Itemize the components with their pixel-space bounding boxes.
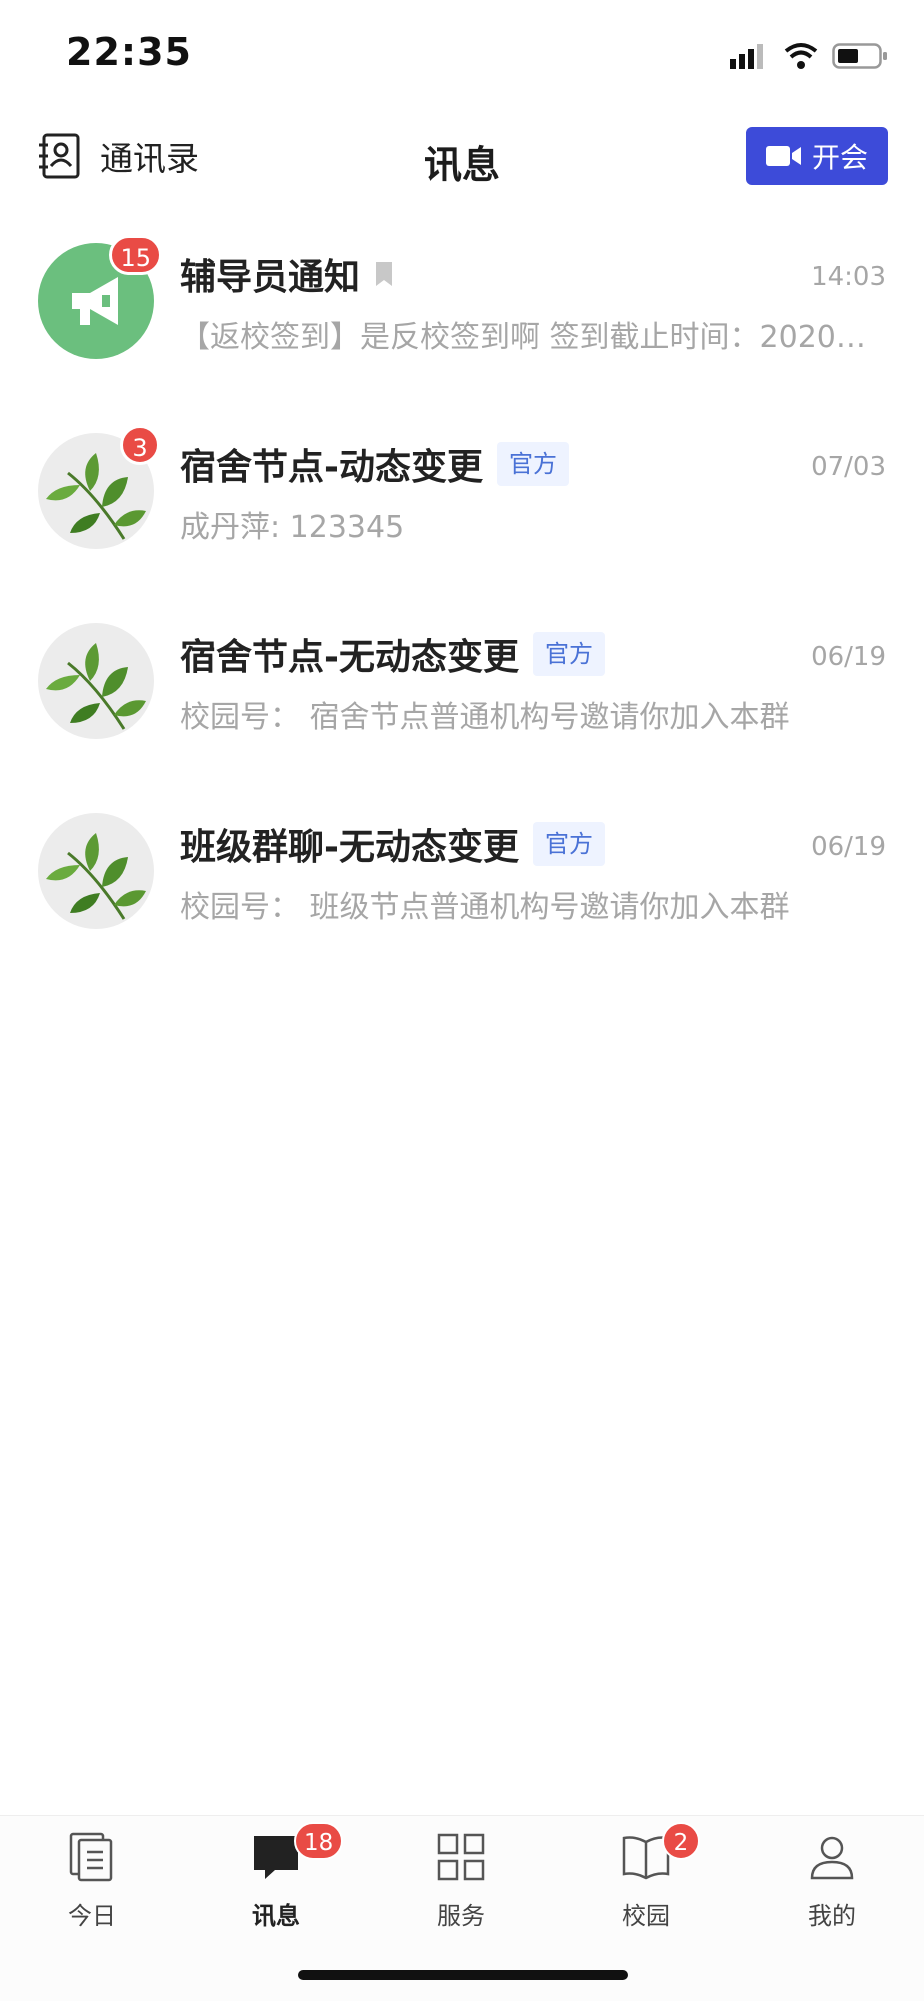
avatar xyxy=(38,813,154,929)
tab-label: 校园 xyxy=(622,1902,670,1930)
leaf-icon xyxy=(46,643,146,730)
avatar: 3 xyxy=(38,425,160,549)
conversation-list: 15 辅导员通知 14:03 【返校签到】是反校签到啊 签到截止时间：2020-… xyxy=(0,230,924,990)
start-meeting-button[interactable]: 开会 xyxy=(746,127,888,185)
meeting-label: 开会 xyxy=(811,141,868,174)
tab-messages[interactable]: 18 讯息 xyxy=(184,1816,368,1936)
conversation-time: 06/19 xyxy=(811,642,886,672)
today-icon xyxy=(69,1832,113,1882)
official-tag: 官方 xyxy=(532,632,605,676)
profile-icon xyxy=(810,1836,854,1880)
tab-badge: 18 xyxy=(294,1822,344,1860)
status-time: 22:35 xyxy=(66,30,192,74)
conversation-item[interactable]: 3 宿舍节点-动态变更 官方 07/03 成丹萍: 123345 xyxy=(0,420,924,610)
leaf-icon xyxy=(46,833,146,920)
conversation-title: 宿舍节点-动态变更 xyxy=(180,447,483,488)
home-indicator xyxy=(298,1970,628,1980)
tab-services[interactable]: 服务 xyxy=(369,1816,553,1936)
conversation-item[interactable]: 宿舍节点-无动态变更 官方 06/19 校园号： 宿舍节点普通机构号邀请你加入本… xyxy=(0,610,924,800)
signal-icon xyxy=(730,44,763,69)
official-tag: 官方 xyxy=(532,822,605,866)
wifi-icon xyxy=(784,43,818,69)
tab-label: 讯息 xyxy=(252,1902,300,1930)
conversation-item[interactable]: 15 辅导员通知 14:03 【返校签到】是反校签到啊 签到截止时间：2020-… xyxy=(0,230,924,420)
conversation-title: 辅导员通知 xyxy=(180,257,361,298)
tab-today[interactable]: 今日 xyxy=(0,1816,184,1936)
video-camera-icon xyxy=(765,146,801,166)
unread-badge: 15 xyxy=(109,235,162,275)
tab-campus[interactable]: 2 校园 xyxy=(554,1816,738,1936)
tab-badge: 2 xyxy=(662,1822,700,1860)
avatar xyxy=(38,623,154,739)
conversation-time: 14:03 xyxy=(811,262,886,292)
conversation-item[interactable]: 班级群聊-无动态变更 官方 06/19 校园号： 班级节点普通机构号邀请你加入本… xyxy=(0,800,924,990)
conversation-preview: 校园号： 班级节点普通机构号邀请你加入本群 xyxy=(180,890,790,925)
conversation-preview: 【返校签到】是反校签到啊 签到截止时间：2020-07-04 xyxy=(180,320,876,355)
status-bar: 22:35 xyxy=(0,0,924,110)
conversation-time: 07/03 xyxy=(811,452,886,482)
tab-me[interactable]: 我的 xyxy=(740,1816,924,1936)
unread-badge: 3 xyxy=(120,425,160,465)
grid-icon xyxy=(437,1833,485,1881)
conversation-time: 06/19 xyxy=(811,832,886,862)
conversation-preview: 成丹萍: 123345 xyxy=(180,510,405,545)
avatar: 15 xyxy=(38,235,162,359)
conversation-preview: 校园号： 宿舍节点普通机构号邀请你加入本群 xyxy=(180,700,790,735)
header: 通讯录 讯息 开会 xyxy=(0,110,924,210)
tab-label: 我的 xyxy=(808,1902,856,1930)
tab-label: 服务 xyxy=(437,1902,485,1930)
status-icons xyxy=(730,38,888,74)
official-tag: 官方 xyxy=(496,442,569,486)
conversation-title: 班级群聊-无动态变更 xyxy=(180,827,519,868)
tab-label: 今日 xyxy=(68,1902,116,1930)
bookmark-icon xyxy=(376,262,393,286)
conversation-title: 宿舍节点-无动态变更 xyxy=(180,637,519,678)
battery-icon xyxy=(832,43,887,69)
